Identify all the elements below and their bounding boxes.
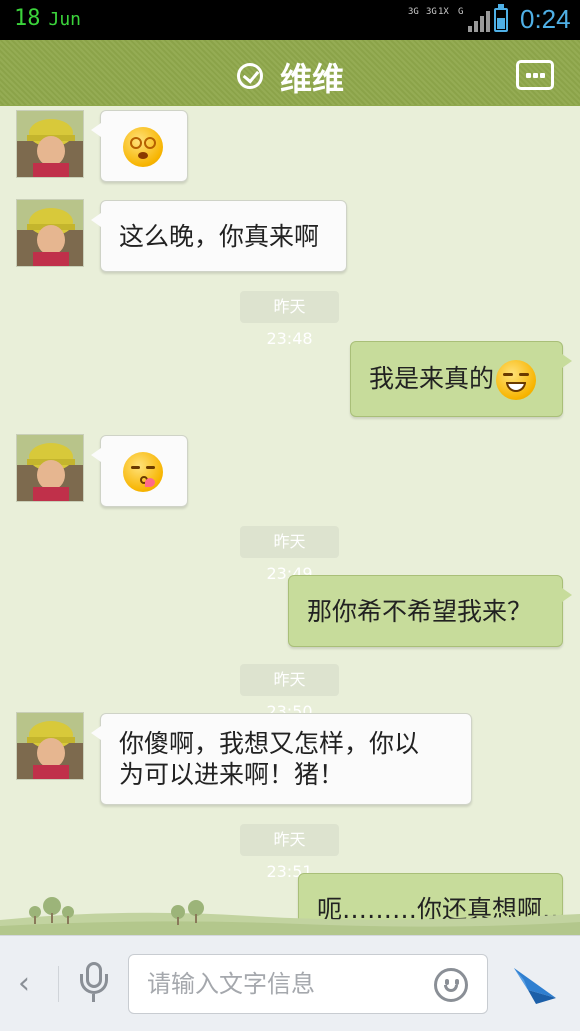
battery-icon bbox=[494, 4, 508, 32]
status-date: 18 Jun bbox=[14, 6, 82, 31]
message-input-box[interactable] bbox=[128, 954, 488, 1014]
more-dots-icon[interactable] bbox=[516, 60, 554, 90]
smiley-icon[interactable] bbox=[434, 968, 468, 1002]
avatar[interactable] bbox=[16, 110, 84, 178]
network-3g-label: 3G bbox=[408, 7, 419, 17]
chevron-left-icon[interactable]: ‹ bbox=[18, 966, 38, 1002]
avatar[interactable] bbox=[16, 199, 84, 267]
avatar[interactable] bbox=[16, 434, 84, 502]
message-bubble-in[interactable] bbox=[91, 110, 188, 182]
signal-icon bbox=[468, 10, 490, 32]
microphone-icon[interactable] bbox=[78, 962, 110, 1006]
message-text: 我是来真的 bbox=[369, 364, 495, 393]
network-g-label: G bbox=[458, 7, 464, 17]
message-text-line-1: 你傻啊，我想又怎样，你以 bbox=[119, 729, 420, 758]
timestamp: 昨天 23:48 bbox=[240, 291, 339, 348]
status-time: 0:24 bbox=[520, 4, 571, 34]
kiss-emoji bbox=[123, 452, 163, 492]
network-icons: 3G 3G 1X G bbox=[408, 6, 490, 34]
message-list[interactable]: 这么晚，你真来啊 昨天 23:48 我是来真的 昨天 23:49 那你希不希望我… bbox=[0, 106, 580, 935]
timestamp: 昨天 23:49 bbox=[240, 526, 339, 583]
divider bbox=[58, 966, 59, 1002]
timestamp: 昨天 23:51 bbox=[240, 824, 339, 881]
message-bubble-out[interactable]: 我是来真的 bbox=[350, 341, 572, 417]
send-icon[interactable] bbox=[510, 962, 560, 1006]
input-bar: ‹ bbox=[0, 935, 580, 1031]
message-bubble-in[interactable]: 你傻啊，我想又怎样，你以 为可以进来啊！猪！ bbox=[91, 713, 472, 805]
message-bubble-out[interactable]: 那你希不希望我来？ bbox=[288, 575, 572, 647]
message-text-line-2: 为可以进来啊！猪！ bbox=[119, 760, 345, 789]
status-bar: 18 Jun 3G 3G 1X G 0:24 bbox=[0, 0, 580, 40]
message-text: 那你希不希望我来？ bbox=[307, 597, 533, 626]
network-1x-label: 1X bbox=[438, 7, 449, 17]
message-bubble-in[interactable]: 这么晚，你真来啊 bbox=[91, 200, 347, 272]
network-3g-label-2: 3G bbox=[426, 7, 437, 17]
smirk-emoji bbox=[496, 360, 537, 400]
check-circle-icon bbox=[237, 63, 263, 89]
message-bubble-in[interactable] bbox=[91, 435, 188, 507]
chat-header: 维维 bbox=[0, 40, 580, 113]
message-input[interactable] bbox=[147, 967, 417, 1001]
hills-decoration bbox=[0, 897, 580, 936]
dizzy-emoji bbox=[123, 127, 163, 167]
contact-name: 维维 bbox=[280, 60, 345, 98]
timestamp: 昨天 23:50 bbox=[240, 664, 339, 721]
avatar[interactable] bbox=[16, 712, 84, 780]
message-text: 这么晚，你真来啊 bbox=[119, 222, 320, 251]
